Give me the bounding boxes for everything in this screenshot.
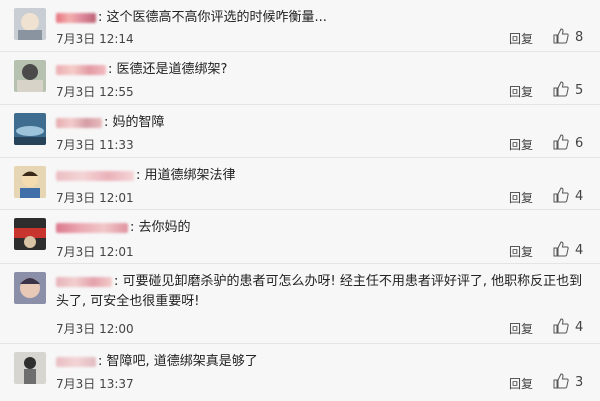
like-button[interactable]: 4 [553,241,583,258]
blurred-username[interactable] [56,356,96,367]
avatar[interactable] [14,166,46,198]
comment-text-row: : 用道德绑架法律 [56,166,586,186]
like-count: 6 [575,136,584,151]
comment-text: 可要碰见卸磨杀驴的患者可怎么办呀! 经主任不用患者评好评了, 他职称反正也到 [122,274,583,289]
reply-button[interactable]: 回复 [509,189,533,206]
comment-timestamp: 7月3日 12:00 [56,322,134,336]
comment-item: : 去你妈的 7月3日 12:01 回复 4 [0,210,600,264]
blurred-username[interactable] [56,222,128,233]
comment-item: : 智障吧, 道德绑架真是够了 7月3日 13:37 回复 3 [0,344,600,401]
thumbs-up-icon [553,318,569,334]
reply-button[interactable]: 回复 [509,83,533,100]
comment-text-row: : 这个医德高不高你评选的时候咋衡量... [56,8,586,28]
like-count: 3 [575,375,584,390]
blurred-username[interactable] [56,12,96,23]
like-button[interactable]: 5 [553,81,583,98]
like-count: 8 [575,30,584,45]
thumbs-up-icon [553,28,569,44]
avatar[interactable] [14,8,46,40]
like-button[interactable]: 8 [553,28,583,45]
like-count: 4 [575,243,584,258]
like-button[interactable]: 3 [553,373,583,390]
comment-timestamp: 7月3日 12:01 [56,191,134,205]
comment-timestamp: 7月3日 12:01 [56,245,134,259]
avatar[interactable] [14,218,46,250]
like-count: 4 [575,189,584,204]
comment-text: 去你妈的 [138,220,191,235]
blurred-username[interactable] [56,276,112,287]
blurred-username[interactable] [56,117,102,128]
comment-text-row: : 可要碰见卸磨杀驴的患者可怎么办呀! 经主任不用患者评好评了, 他职称反正也到… [56,274,583,309]
thumbs-up-icon [553,373,569,389]
comment-text-row: : 去你妈的 [56,218,586,238]
comment-timestamp: 7月3日 11:33 [56,138,134,152]
thumbs-up-icon [553,134,569,150]
comment-text-row: : 妈的智障 [56,113,586,133]
blurred-username[interactable] [56,64,106,75]
reply-button[interactable]: 回复 [509,243,533,260]
comment-item: : 医德还是道德绑架? 7月3日 12:55 回复 5 [0,52,600,105]
like-button[interactable]: 4 [553,318,583,335]
blurred-username[interactable] [56,170,134,181]
comment-item: : 妈的智障 7月3日 11:33 回复 6 [0,105,600,158]
thumbs-up-icon [553,187,569,203]
thumbs-up-icon [553,81,569,97]
comment-text: 用道德绑架法律 [144,168,236,183]
avatar[interactable] [14,272,46,304]
comment-text: 妈的智障 [112,115,165,130]
comment-timestamp: 7月3日 12:55 [56,85,134,99]
comment-text-continued: 头了, 可安全也很重要呀! [56,294,200,309]
comment-item: : 用道德绑架法律 7月3日 12:01 回复 4 [0,158,600,210]
reply-button[interactable]: 回复 [509,30,533,47]
thumbs-up-icon [553,241,569,257]
reply-button[interactable]: 回复 [509,375,533,392]
comment-timestamp: 7月3日 13:37 [56,377,134,391]
reply-button[interactable]: 回复 [509,320,533,337]
like-count: 5 [575,83,584,98]
comment-text: 这个医德高不高你评选的时候咋衡量... [106,10,327,25]
like-count: 4 [575,320,584,335]
avatar[interactable] [14,352,46,384]
avatar[interactable] [14,113,46,145]
like-button[interactable]: 6 [553,134,583,151]
comment-text: 医德还是道德绑架? [116,62,228,77]
comment-item: : 可要碰见卸磨杀驴的患者可怎么办呀! 经主任不用患者评好评了, 他职称反正也到… [0,264,600,344]
comment-timestamp: 7月3日 12:14 [56,32,134,46]
comment-text-row: : 智障吧, 道德绑架真是够了 [56,352,586,372]
like-button[interactable]: 4 [553,187,583,204]
comment-text-row: : 医德还是道德绑架? [56,60,586,80]
comment-item: : 这个医德高不高你评选的时候咋衡量... 7月3日 12:14 回复 8 [0,0,600,52]
comment-text: 智障吧, 道德绑架真是够了 [106,354,258,369]
avatar[interactable] [14,60,46,92]
reply-button[interactable]: 回复 [509,136,533,153]
